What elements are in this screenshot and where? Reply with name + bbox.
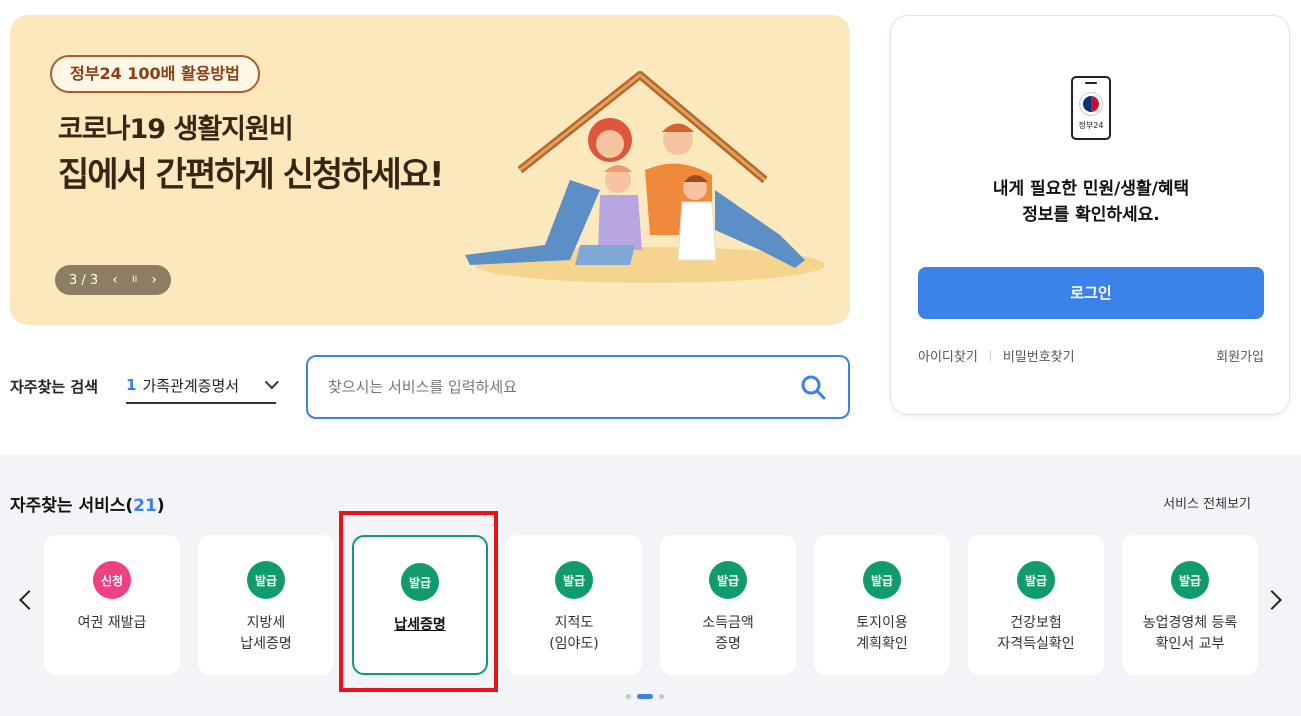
login-message-line2: 정보를 확인하세요. [1022,205,1160,225]
login-message: 내게 필요한 민원/생활/혜택 정보를 확인하세요. [891,176,1291,228]
signup-link[interactable]: 회원가입 [1216,346,1264,365]
next-arrow-icon[interactable] [1262,590,1282,610]
banner-headline-1: 코로나19 생활지원비 [58,114,294,145]
services-title: 자주찾는 서비스(21) [10,496,165,516]
service-card-tax-payment[interactable]: 발급 납세증명 [352,535,488,675]
service-name: 소득금액 증명 [702,615,754,652]
search-box [306,355,850,419]
apply-badge: 신청 [93,561,131,599]
pause-icon[interactable]: II [132,275,137,285]
search-input[interactable] [328,373,788,401]
login-card: 정부24 내게 필요한 민원/생활/혜택 정보를 확인하세요. 로그인 아이디찾… [890,15,1290,415]
carousel-dots [626,694,664,699]
service-card-passport[interactable]: 신청 여권 재발급 [44,535,180,675]
carousel-dot-active[interactable] [637,694,653,699]
prev-slide-icon[interactable]: ‹ [112,272,118,288]
banner-slider-control: 3 / 3 ‹ II › [55,265,171,295]
service-name: 지적도 (임야도) [549,615,599,652]
next-slide-icon[interactable]: › [151,272,157,288]
frequent-search-dropdown[interactable]: 1 가족관계증명서 [126,368,279,404]
frequent-search-value: 가족관계증명서 [142,376,240,395]
service-card-income[interactable]: 발급 소득금액 증명 [660,535,796,675]
divider [989,350,991,361]
frequent-search-rank: 1 [126,376,137,394]
services-count: 21 [133,496,157,516]
gov24-phone-icon: 정부24 [1071,76,1111,140]
app-label: 정부24 [1078,121,1104,130]
login-message-line1: 내게 필요한 민원/생활/혜택 [992,179,1190,199]
service-card-land-use[interactable]: 발급 토지이용 계획확인 [814,535,950,675]
service-card-cadastral-map[interactable]: 발급 지적도 (임야도) [506,535,642,675]
login-links: 아이디찾기 비밀번호찾기 회원가입 [918,346,1264,365]
banner-headline-2: 집에서 간편하게 신청하세요! [58,155,445,195]
service-name: 농업경영체 등록 확인서 교부 [1142,615,1238,652]
issue-badge: 발급 [863,561,901,599]
service-card-local-tax[interactable]: 발급 지방세 납세증명 [198,535,334,675]
find-password-link[interactable]: 비밀번호찾기 [1003,346,1075,365]
issue-badge: 발급 [247,561,285,599]
service-name: 여권 재발급 [77,615,147,631]
service-name: 토지이용 계획확인 [856,615,908,652]
search-icon[interactable] [800,374,826,400]
issue-badge: 발급 [709,561,747,599]
frequent-services-section: 자주찾는 서비스(21) 서비스 전체보기 신청 여권 재발급 발급 지방세 납… [0,455,1301,716]
find-id-link[interactable]: 아이디찾기 [918,346,978,365]
view-all-services-link[interactable]: 서비스 전체보기 [1163,493,1251,512]
issue-badge: 발급 [555,561,593,599]
login-button[interactable]: 로그인 [918,267,1264,319]
chevron-down-icon [264,375,279,390]
service-card-farm-registration[interactable]: 발급 농업경영체 등록 확인서 교부 [1122,535,1258,675]
taegeuk-emblem-icon [1079,92,1103,116]
carousel-dot[interactable] [659,694,664,699]
service-name: 지방세 납세증명 [240,615,292,652]
prev-arrow-icon[interactable] [19,590,39,610]
frequent-search-label: 자주찾는 검색 [10,378,99,396]
banner-tag: 정부24 100배 활용방법 [50,55,260,93]
slide-counter: 3 / 3 [69,272,99,288]
issue-badge: 발급 [1017,561,1055,599]
service-cards: 신청 여권 재발급 발급 지방세 납세증명 발급 납세증명 발급 지적도 (임야… [44,535,1258,675]
service-card-health-insurance[interactable]: 발급 건강보험 자격득실확인 [968,535,1104,675]
family-illustration [465,71,825,283]
promo-banner[interactable]: 정부24 100배 활용방법 코로나19 생활지원비 집에서 간편하게 신청하세… [10,15,850,325]
issue-badge: 발급 [1171,561,1209,599]
issue-badge: 발급 [401,563,439,601]
carousel-dot[interactable] [626,694,631,699]
service-name: 건강보험 자격득실확인 [997,615,1075,652]
service-name: 납세증명 [394,617,446,633]
